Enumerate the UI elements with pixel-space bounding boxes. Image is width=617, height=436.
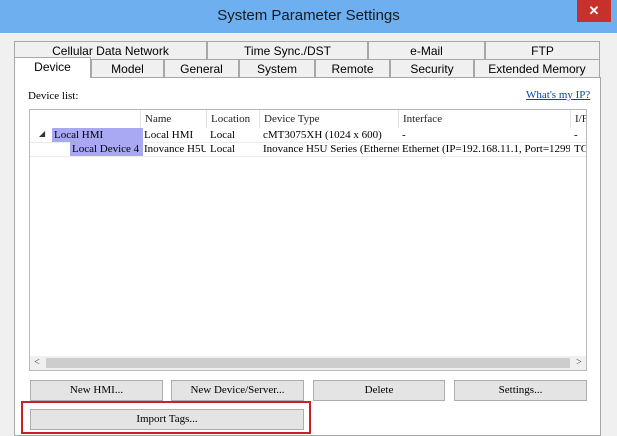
column-header-location[interactable]: Location [207, 110, 260, 128]
window-title: System Parameter Settings [217, 7, 400, 24]
new-hmi-button[interactable]: New HMI... [30, 380, 163, 401]
column-header-interface[interactable]: Interface [399, 110, 571, 128]
tab-security[interactable]: Security [390, 59, 474, 77]
close-button[interactable]: ✕ [577, 0, 611, 22]
tree-node-local-device-4[interactable]: Local Device 4 [70, 142, 143, 156]
cell-location: Local [210, 129, 236, 141]
tab-extended-memory[interactable]: Extended Memory [474, 59, 600, 77]
column-header-tree[interactable] [30, 110, 141, 128]
cell-if: - [574, 129, 578, 141]
tab-ftp[interactable]: FTP [485, 41, 600, 59]
tab-time-sync-dst[interactable]: Time Sync./DST [207, 41, 368, 59]
collapse-triangle-icon[interactable]: ◢ [39, 129, 45, 138]
tab-general[interactable]: General [164, 59, 239, 77]
cell-location: Local [210, 143, 236, 155]
tab-email[interactable]: e-Mail [368, 41, 485, 59]
scrollbar-thumb[interactable] [46, 358, 570, 368]
cell-interface: - [402, 129, 406, 141]
cell-if: TC [574, 143, 586, 155]
tab-system[interactable]: System [239, 59, 315, 77]
row-divider [30, 156, 586, 157]
tab-model[interactable]: Model [91, 59, 164, 77]
device-list[interactable]: Name Location Device Type Interface I/F … [29, 109, 587, 371]
cell-interface: Ethernet (IP=192.168.11.1, Port=12999) [402, 143, 570, 155]
cell-name: Inovance H5U [144, 143, 206, 155]
tab-remote[interactable]: Remote [315, 59, 390, 77]
settings-button[interactable]: Settings... [454, 380, 587, 401]
close-icon: ✕ [588, 3, 600, 18]
tab-device[interactable]: Device [14, 57, 91, 78]
cell-name: Local HMI [144, 129, 194, 141]
cell-device-type: Inovance H5U Series (Ethernet) [263, 143, 399, 155]
column-header-if[interactable]: I/F [571, 110, 586, 128]
new-device-server-button[interactable]: New Device/Server... [171, 380, 304, 401]
device-list-label: Device list: [28, 90, 79, 102]
column-header-device-type[interactable]: Device Type [260, 110, 399, 128]
column-header-name[interactable]: Name [141, 110, 207, 128]
horizontal-scrollbar[interactable]: < > [30, 356, 586, 370]
highlight-box [21, 401, 311, 434]
cell-device-type: cMT3075XH (1024 x 600) [263, 129, 382, 141]
scroll-right-icon[interactable]: > [572, 356, 586, 370]
whats-my-ip-link[interactable]: What's my IP? [526, 89, 590, 101]
delete-button[interactable]: Delete [313, 380, 445, 401]
tree-node-local-hmi[interactable]: Local HMI [52, 128, 143, 142]
scroll-left-icon[interactable]: < [30, 356, 44, 370]
